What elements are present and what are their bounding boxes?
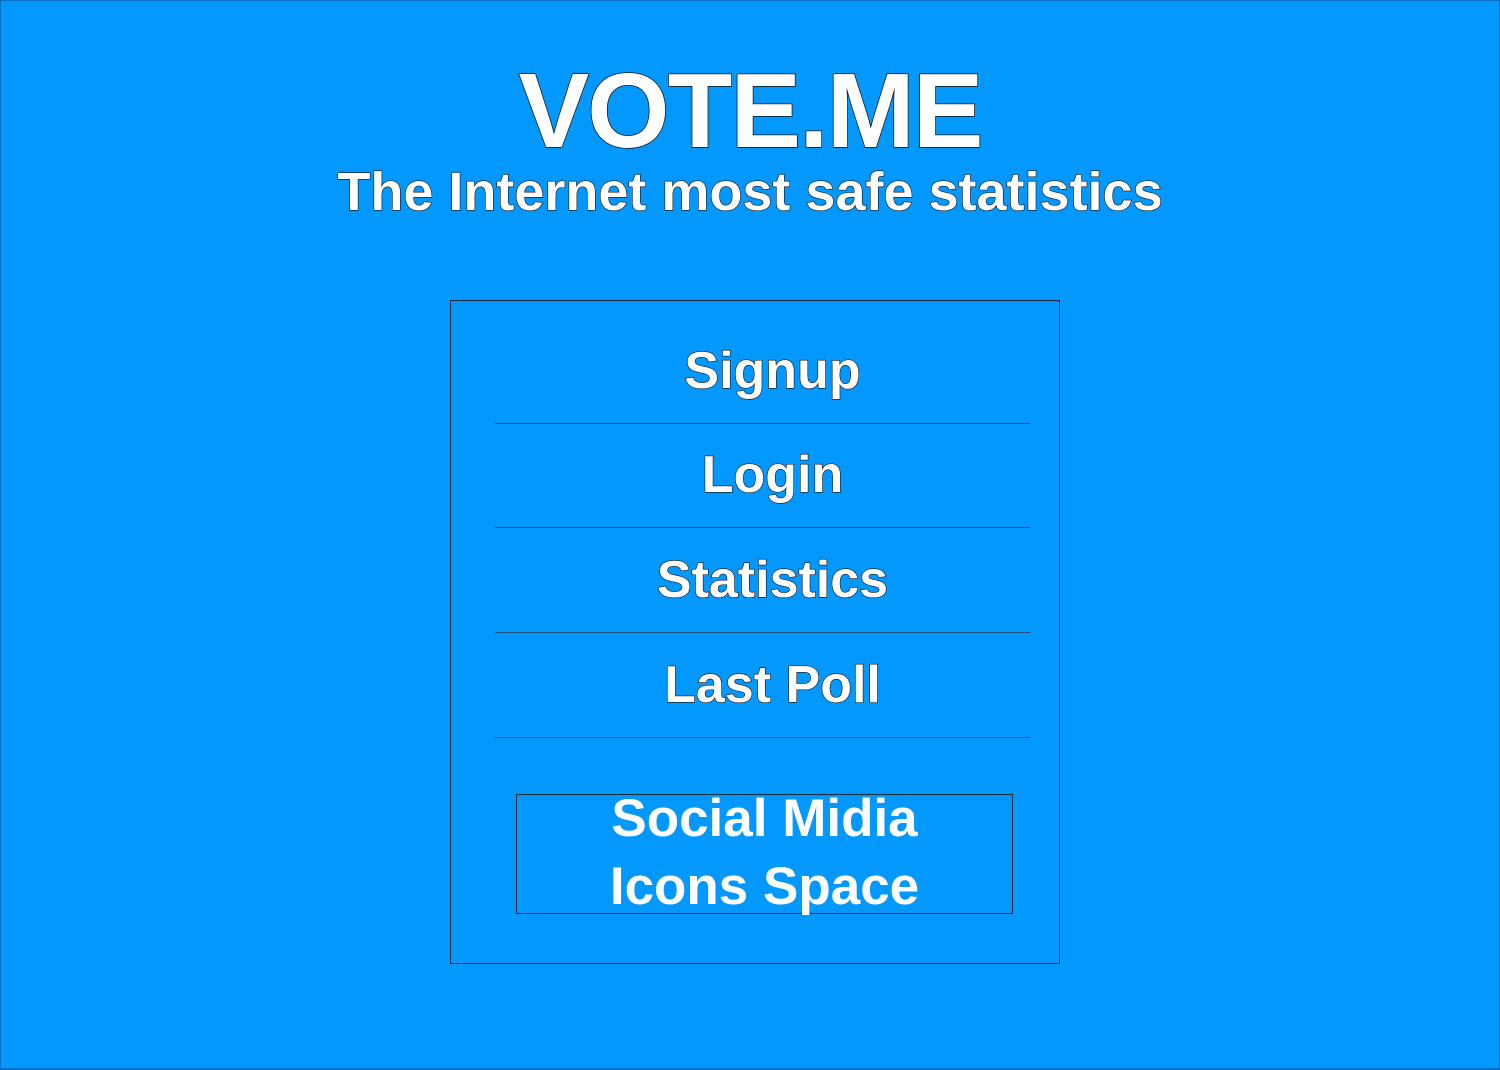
social-placeholder-line-2: Icons Space — [609, 857, 920, 916]
statistics-label: Statistics — [656, 550, 889, 609]
last-poll-label: Last Poll — [664, 655, 882, 714]
statistics-link[interactable]: Statistics — [495, 528, 1030, 633]
main-menu: Signup Login Statistics Last Poll Social… — [450, 300, 1060, 964]
social-placeholder-line-1: Social Midia — [611, 789, 918, 848]
signup-link[interactable]: Signup — [495, 319, 1030, 424]
site-title: VOTE.ME — [518, 51, 985, 171]
site-tagline: The Internet most safe statistics — [337, 161, 1163, 222]
last-poll-link[interactable]: Last Poll — [495, 633, 1030, 738]
signup-label: Signup — [684, 341, 861, 400]
login-label: Login — [701, 445, 844, 504]
social-media-icons-placeholder: Social Midia Icons Space — [516, 789, 1013, 916]
login-link[interactable]: Login — [495, 423, 1030, 528]
